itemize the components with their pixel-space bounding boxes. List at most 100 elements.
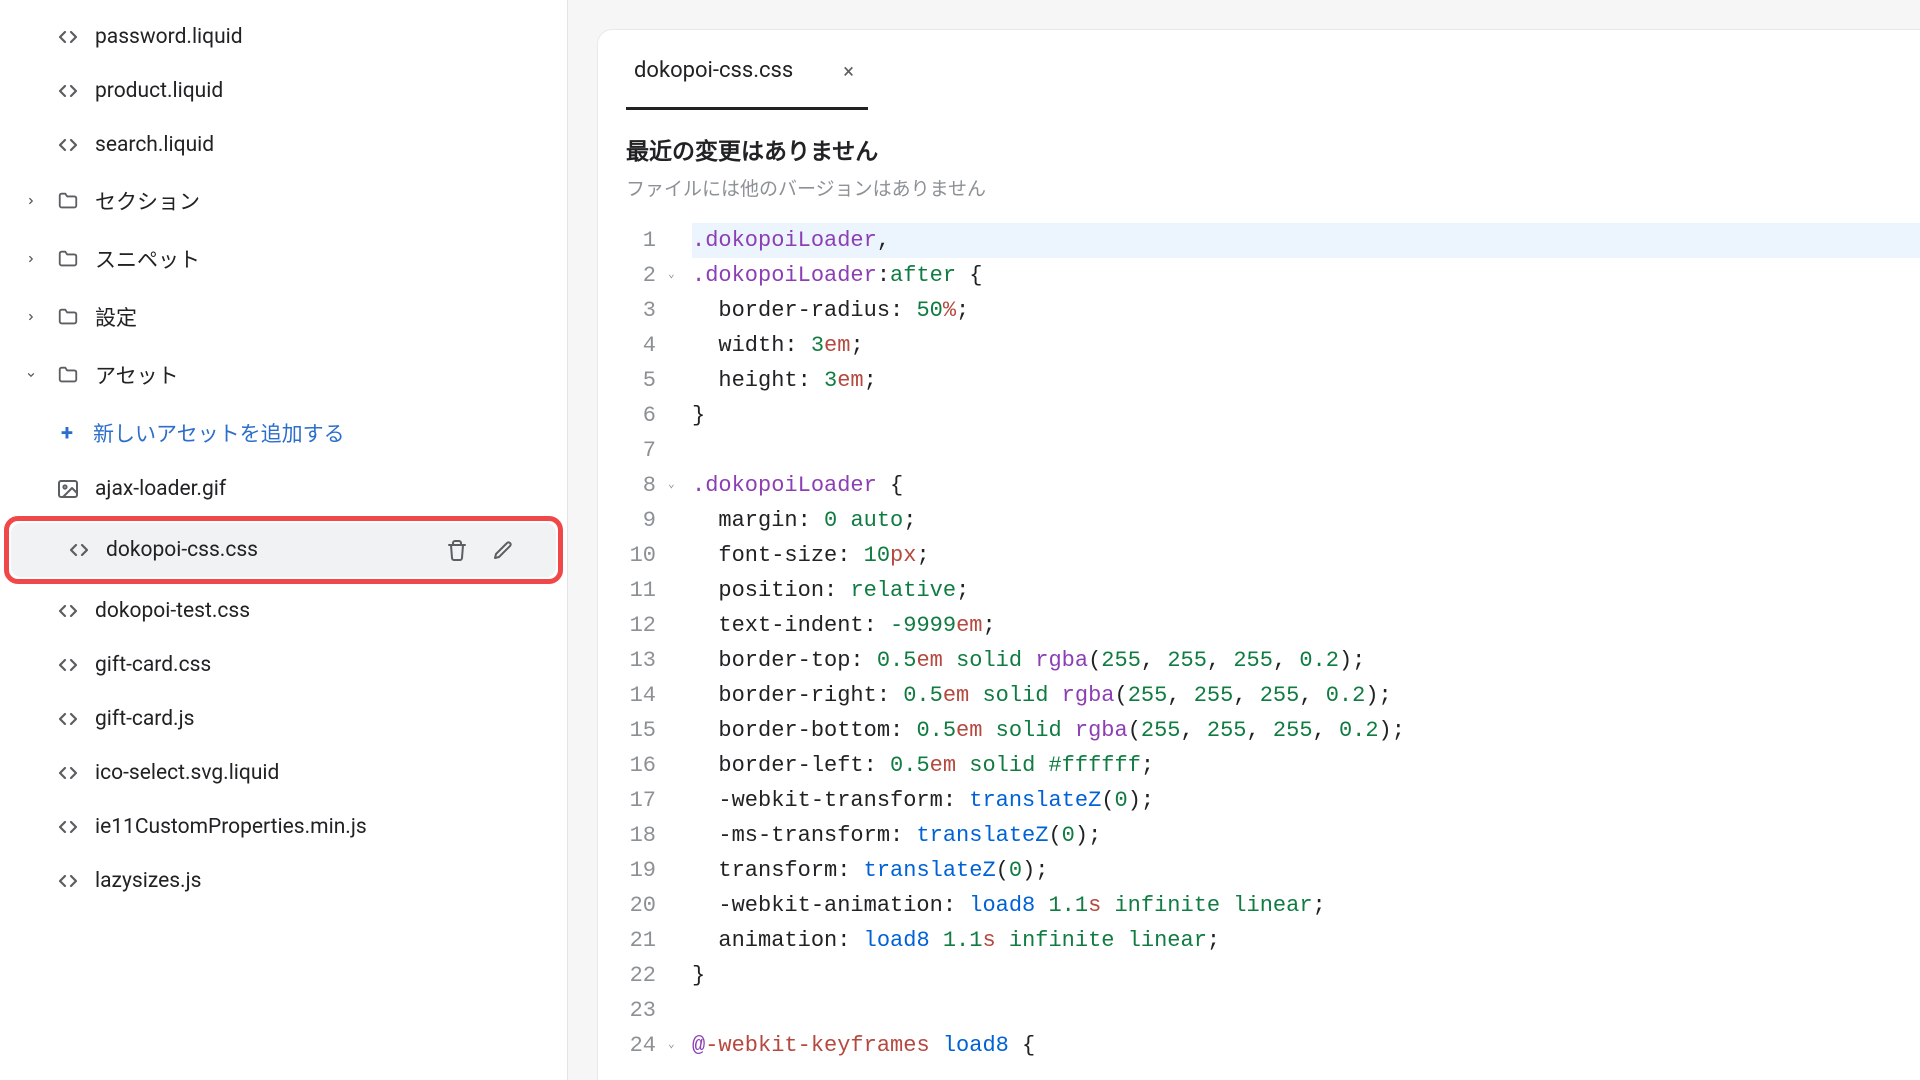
code-line: height: 3em; [692, 363, 1920, 398]
file-info-block: 最近の変更はありません ファイルには他のバージョンはありません [598, 110, 1920, 223]
fold-marker [668, 993, 688, 1028]
fold-marker [668, 783, 688, 818]
fold-marker [668, 748, 688, 783]
chevron-right-icon[interactable] [26, 254, 36, 264]
fold-marker [668, 503, 688, 538]
code-line: .dokopoiLoader, [692, 223, 1920, 258]
line-number-gutter: 123456789101112131415161718192021222324 [598, 223, 668, 1080]
code-line: width: 3em; [692, 328, 1920, 363]
file-name: dokopoi-test.css [95, 599, 250, 623]
chevron-right-icon[interactable] [26, 196, 36, 206]
line-number: 1 [598, 223, 656, 258]
line-number: 5 [598, 363, 656, 398]
fold-marker [668, 643, 688, 678]
code-line: font-size: 10px; [692, 538, 1920, 573]
info-subtitle: ファイルには他のバージョンはありません [626, 174, 1892, 201]
fold-marker [668, 293, 688, 328]
chevron-right-icon[interactable] [26, 312, 36, 322]
line-number: 22 [598, 958, 656, 993]
folder-item[interactable]: 設定 [0, 288, 567, 346]
folder-item[interactable]: アセット [0, 346, 567, 404]
code-icon [55, 652, 81, 678]
code-line: -ms-transform: translateZ(0); [692, 818, 1920, 853]
line-number: 21 [598, 923, 656, 958]
app-root: password.liquidproduct.liquid search.liqu… [0, 0, 1920, 1080]
code-icon [55, 760, 81, 786]
file-item[interactable]: ie11CustomProperties.min.js [0, 800, 567, 854]
tab-active[interactable]: dokopoi-css.css × [626, 58, 868, 110]
fold-marker [668, 888, 688, 923]
fold-gutter: ⌄ ⌄ ⌄ [668, 223, 688, 1080]
fold-marker[interactable]: ⌄ [668, 258, 688, 293]
file-item[interactable]: product.liquid [0, 64, 567, 118]
add-asset-button[interactable]: +新しいアセットを追加する [0, 404, 567, 462]
code-icon [55, 24, 81, 50]
code-line: } [692, 398, 1920, 433]
fold-marker [668, 433, 688, 468]
file-item[interactable]: search.liquid [0, 118, 567, 172]
file-name: search.liquid [95, 133, 214, 157]
code-line: border-radius: 50%; [692, 293, 1920, 328]
code-line: margin: 0 auto; [692, 503, 1920, 538]
fold-marker[interactable]: ⌄ [668, 468, 688, 503]
code-editor[interactable]: 123456789101112131415161718192021222324 … [598, 223, 1920, 1080]
file-name: lazysizes.js [95, 869, 201, 893]
fold-marker [668, 818, 688, 853]
line-number: 18 [598, 818, 656, 853]
code-line: -webkit-animation: load8 1.1s infinite l… [692, 888, 1920, 923]
file-item[interactable]: dokopoi-css.css [11, 523, 556, 577]
line-number: 15 [598, 713, 656, 748]
file-item[interactable]: gift-card.css [0, 638, 567, 692]
line-number: 6 [598, 398, 656, 433]
code-content[interactable]: .dokopoiLoader,.dokopoiLoader:after { bo… [688, 223, 1920, 1080]
file-item[interactable]: dokopoi-test.css [0, 584, 567, 638]
code-line: text-indent: -9999em; [692, 608, 1920, 643]
code-icon [55, 868, 81, 894]
code-line: transform: translateZ(0); [692, 853, 1920, 888]
file-name: ajax-loader.gif [95, 477, 226, 501]
info-title: 最近の変更はありません [626, 132, 1892, 166]
folder-item[interactable]: セクション [0, 172, 567, 230]
fold-marker [668, 223, 688, 258]
delete-icon[interactable] [444, 537, 470, 563]
rename-icon[interactable] [490, 537, 516, 563]
close-icon[interactable]: × [837, 59, 860, 83]
code-line: animation: load8 1.1s infinite linear; [692, 923, 1920, 958]
folder-icon [55, 362, 81, 388]
fold-marker [668, 853, 688, 888]
chevron-down-icon[interactable] [26, 370, 36, 380]
file-item[interactable]: ico-select.svg.liquid [0, 746, 567, 800]
fold-marker [668, 608, 688, 643]
line-number: 7 [598, 433, 656, 468]
tab-bar: dokopoi-css.css × [598, 30, 1920, 110]
folder-item[interactable]: スニペット [0, 230, 567, 288]
editor-card: dokopoi-css.css × 最近の変更はありません ファイルには他のバー… [598, 30, 1920, 1080]
code-line [692, 433, 1920, 468]
folder-name: スニペット [95, 244, 200, 274]
file-name: dokopoi-css.css [106, 538, 258, 562]
code-line: .dokopoiLoader:after { [692, 258, 1920, 293]
code-line [692, 993, 1920, 1028]
fold-marker [668, 538, 688, 573]
plus-icon: + [55, 421, 79, 446]
folder-icon [55, 304, 81, 330]
code-line: @-webkit-keyframes load8 { [692, 1028, 1920, 1063]
line-number: 3 [598, 293, 656, 328]
folder-name: 設定 [95, 302, 137, 332]
file-item[interactable]: lazysizes.js [0, 854, 567, 908]
file-item[interactable]: password.liquid [0, 10, 567, 64]
line-number: 14 [598, 678, 656, 713]
fold-marker[interactable]: ⌄ [668, 1028, 688, 1063]
fold-marker [668, 678, 688, 713]
highlight-annotation: dokopoi-css.css [4, 516, 563, 584]
file-name: ico-select.svg.liquid [95, 761, 279, 785]
fold-marker [668, 573, 688, 608]
code-line: border-left: 0.5em solid #ffffff; [692, 748, 1920, 783]
file-item[interactable]: gift-card.js [0, 692, 567, 746]
line-number: 23 [598, 993, 656, 1028]
file-item[interactable]: ajax-loader.gif [0, 462, 567, 516]
file-explorer-sidebar: password.liquidproduct.liquid search.liqu… [0, 0, 568, 1080]
code-line: border-top: 0.5em solid rgba(255, 255, 2… [692, 643, 1920, 678]
fold-marker [668, 398, 688, 433]
line-number: 20 [598, 888, 656, 923]
